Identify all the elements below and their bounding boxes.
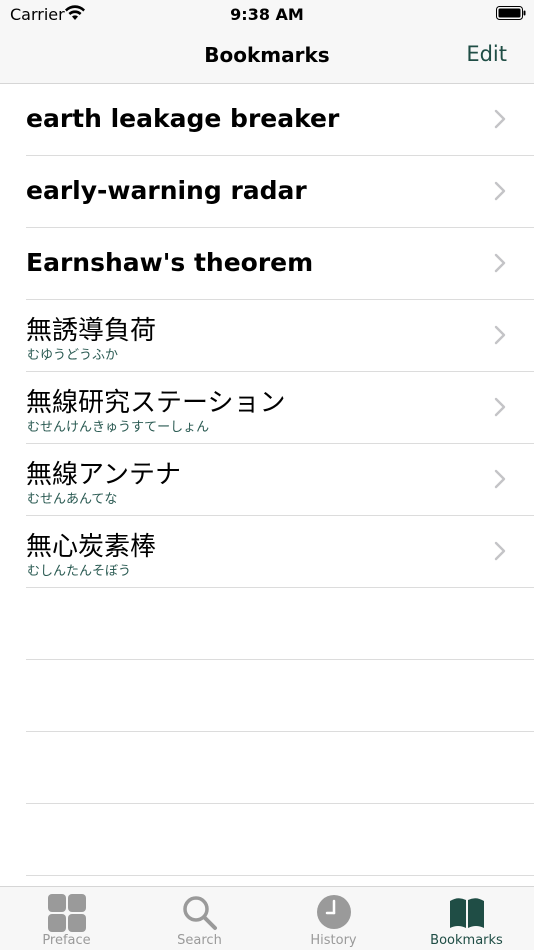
empty-row <box>26 588 534 660</box>
edit-button[interactable]: Edit <box>466 42 507 66</box>
chevron-right-icon <box>494 397 506 417</box>
bookmark-row[interactable]: earth leakage breaker <box>26 84 534 156</box>
empty-row <box>26 660 534 732</box>
tab-label: Search <box>177 933 222 948</box>
bookmark-row[interactable]: 無線アンテナ むせんあんてな <box>26 444 534 516</box>
clock-icon <box>316 895 351 929</box>
bookmark-row[interactable]: 無誘導負荷 むゆうどうふか <box>26 300 534 372</box>
bookmark-term: Earnshaw's theorem <box>26 248 314 277</box>
chevron-right-icon <box>494 469 506 489</box>
book-icon <box>449 898 484 928</box>
navigation-bar: Bookmarks Edit <box>0 30 534 84</box>
bookmark-term: 無心炭素棒 <box>26 532 157 562</box>
bookmark-term: 無線研究ステーション <box>26 388 286 418</box>
bookmark-term: 無誘導負荷 <box>26 316 157 346</box>
chevron-right-icon <box>494 181 506 201</box>
bookmark-list: earth leakage breaker early-warning rada… <box>0 84 534 876</box>
bookmark-reading: むしんたんそぼう <box>27 564 132 579</box>
tab-bookmarks[interactable]: Bookmarks <box>400 887 533 950</box>
tab-history[interactable]: History <box>267 887 400 950</box>
chevron-right-icon <box>494 253 506 273</box>
search-icon <box>182 896 217 930</box>
preface-grid-icon <box>47 894 86 932</box>
bookmark-row[interactable]: 無心炭素棒 むしんたんそぼう <box>26 516 534 588</box>
status-bar: Carrier 9:38 AM <box>0 0 534 30</box>
clock-time: 9:38 AM <box>230 5 304 24</box>
bookmark-row[interactable]: early-warning radar <box>26 156 534 228</box>
battery-icon <box>496 6 526 20</box>
bookmark-reading: むせんけんきゅうすてーしょん <box>27 420 210 435</box>
bookmark-row[interactable]: 無線研究ステーション むせんけんきゅうすてーしょん <box>26 372 534 444</box>
bookmark-term: earth leakage breaker <box>26 104 340 133</box>
tab-preface[interactable]: Preface <box>0 887 133 950</box>
empty-row <box>26 804 534 876</box>
bookmark-row[interactable]: Earnshaw's theorem <box>26 228 534 300</box>
bookmark-term: 無線アンテナ <box>26 460 181 490</box>
bookmark-reading: むせんあんてな <box>27 492 118 507</box>
tab-search[interactable]: Search <box>133 887 266 950</box>
tab-bar: Preface Search History Bookmarks <box>0 886 534 950</box>
bookmark-reading: むゆうどうふか <box>27 348 119 363</box>
chevron-right-icon <box>494 541 506 561</box>
chevron-right-icon <box>494 325 506 345</box>
tab-label: Preface <box>42 933 91 948</box>
page-title: Bookmarks <box>204 43 330 67</box>
bookmark-term: early-warning radar <box>26 176 307 205</box>
chevron-right-icon <box>494 109 506 129</box>
empty-row <box>26 732 534 804</box>
tab-label: History <box>310 933 357 948</box>
tab-label: Bookmarks <box>430 933 503 948</box>
